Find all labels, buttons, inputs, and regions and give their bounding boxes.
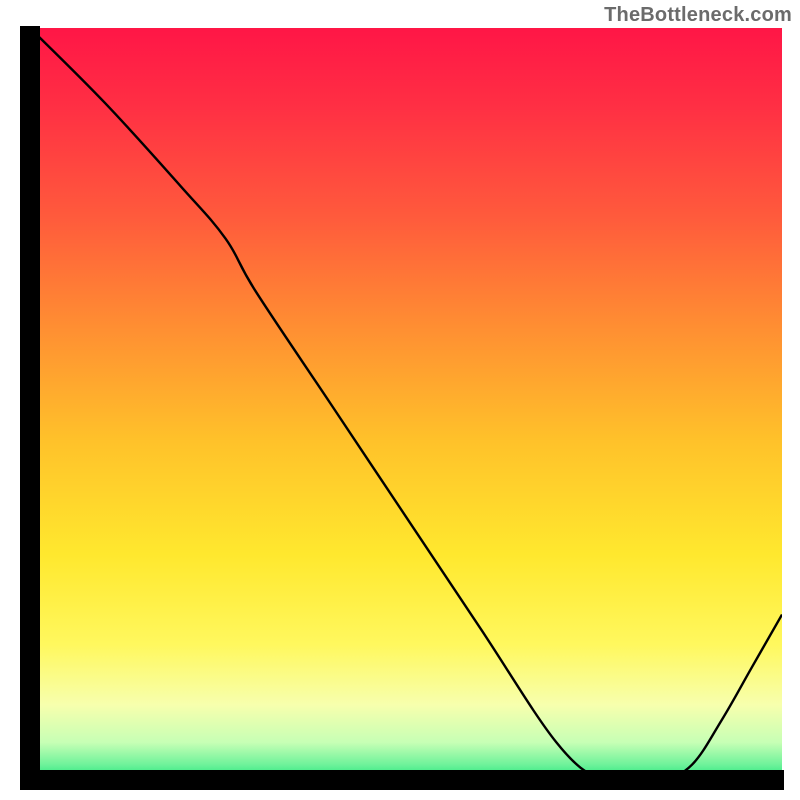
watermark-text: TheBottleneck.com <box>604 4 792 27</box>
chart-stage: TheBottleneck.com <box>0 0 800 800</box>
plot-background <box>30 28 782 780</box>
bottleneck-chart <box>0 0 800 800</box>
